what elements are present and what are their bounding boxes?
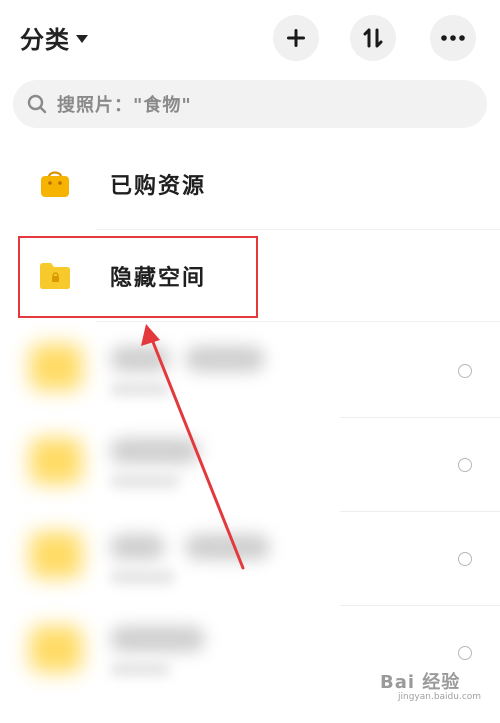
blurred-list-item <box>0 512 500 606</box>
annotation-highlight-box <box>18 236 258 318</box>
select-radio[interactable] <box>458 458 472 472</box>
blurred-text <box>185 346 265 372</box>
sort-button[interactable] <box>350 15 396 61</box>
search-icon <box>27 94 47 114</box>
search-input[interactable]: 搜照片："食物" <box>13 80 487 128</box>
blurred-folder-icon <box>30 532 82 578</box>
select-radio[interactable] <box>458 364 472 378</box>
plus-icon <box>287 29 305 47</box>
app-header: 分类 <box>0 0 500 72</box>
list-item-label: 已购资源 <box>110 174 207 199</box>
blurred-text <box>110 570 175 584</box>
watermark-url: jingyan.baidu.com <box>398 692 482 702</box>
blurred-text <box>110 474 180 488</box>
blurred-list-item <box>0 324 500 418</box>
divider <box>96 321 500 322</box>
blurred-text <box>110 626 205 652</box>
blurred-list-item <box>0 418 500 512</box>
blurred-text <box>110 346 170 372</box>
select-radio[interactable] <box>458 552 472 566</box>
add-button[interactable] <box>273 15 319 61</box>
caret-down-icon <box>76 34 88 43</box>
page-title: 分类 <box>20 26 70 54</box>
blurred-folder-icon <box>30 438 82 484</box>
blurred-text <box>110 438 200 464</box>
blurred-folder-icon <box>30 344 82 390</box>
blurred-text <box>110 534 165 560</box>
shopping-bag-icon <box>41 171 69 197</box>
list-item-purchased[interactable]: 已购资源 <box>0 138 500 230</box>
search-placeholder: 搜照片："食物" <box>57 95 192 116</box>
blurred-text <box>110 662 170 676</box>
sort-icon <box>363 28 383 48</box>
blurred-folder-icon <box>30 626 82 672</box>
more-button[interactable] <box>430 15 476 61</box>
watermark-logo: Bai 经验 <box>380 672 461 693</box>
category-dropdown[interactable]: 分类 <box>20 20 88 55</box>
select-radio[interactable] <box>458 646 472 660</box>
blurred-text <box>110 382 170 396</box>
watermark: Bai 经验 jingyan.baidu.com <box>380 668 481 702</box>
more-icon <box>441 35 465 41</box>
blurred-text <box>185 534 270 560</box>
